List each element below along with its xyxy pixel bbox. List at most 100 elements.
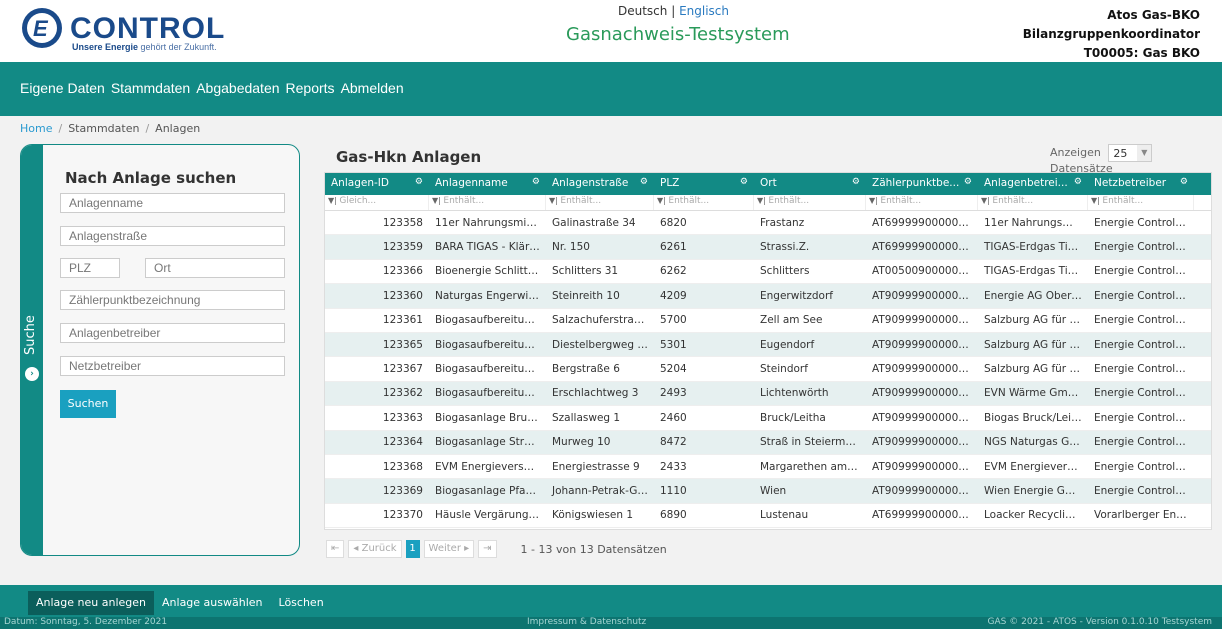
table-row[interactable]: 123362 Biogasaufbereitungs... Erschlachtwe… — [325, 381, 1211, 407]
table-cell: Energie Control Gm... — [1094, 338, 1194, 351]
search-tab[interactable]: › Suche — [21, 145, 43, 555]
breadcrumb: Home / Stammdaten / Anlagen — [20, 122, 201, 135]
column-filter[interactable]: ▼| Gleich... — [325, 195, 429, 210]
column-filter[interactable]: ▼| Enthält... — [866, 195, 978, 210]
grid-header: Anlagen-ID ⚙ Anlagenname ⚙ Anlagenstraße ⚙ PLZ… — [325, 173, 1211, 195]
filter-icon[interactable]: ▼| — [549, 196, 560, 205]
table-row[interactable]: 123361 Biogasaufbereitungs... Salzachufers… — [325, 309, 1211, 333]
page-size-select[interactable]: 25 ▼ — [1108, 144, 1153, 162]
anlage-neu-anlegen-button[interactable]: Anlage neu anlegen — [28, 591, 155, 615]
column-header[interactable]: Ort ⚙ — [754, 173, 866, 195]
column-filter[interactable]: ▼| Enthält... — [978, 195, 1088, 210]
filter-icon[interactable]: ▼| — [869, 196, 880, 205]
page-number[interactable]: 1 — [405, 540, 420, 558]
filter-placeholder: Enthält... — [1102, 196, 1144, 206]
column-header[interactable]: PLZ ⚙ — [654, 173, 754, 195]
filter-icon[interactable]: ▼| — [757, 196, 768, 205]
table-cell: AT909999000000000... — [872, 411, 978, 424]
anlagenstrasse-field[interactable]: Anlagenstraße — [60, 226, 285, 246]
gear-icon[interactable]: ⚙ — [852, 177, 860, 187]
column-header-label: Anlagen-ID — [331, 177, 389, 189]
anlagenname-field[interactable]: Anlagenname — [60, 193, 285, 213]
table-cell: 123360 — [382, 289, 423, 302]
nav-eigene-daten[interactable]: Eigene Daten — [20, 80, 105, 96]
table-row[interactable]: 123363 Biogasanlage Bruck/... Szallasweg 1… — [325, 406, 1211, 431]
search-button[interactable]: Suchen — [60, 390, 116, 418]
loeschen-button[interactable]: Löschen — [271, 591, 332, 615]
column-filter[interactable]: ▼| Enthält... — [429, 195, 546, 210]
breadcrumb-home[interactable]: Home — [20, 122, 52, 135]
column-filter[interactable]: ▼| Enthält... — [654, 195, 754, 210]
prev-page-button[interactable]: ◂ Zurück — [348, 540, 402, 558]
column-header[interactable]: Anlagenbetrei... ⚙ — [978, 173, 1088, 195]
column-header[interactable]: Anlagen-ID ⚙ — [325, 173, 429, 195]
table-cell: AT909999000000000... — [872, 436, 978, 449]
gear-icon[interactable]: ⚙ — [415, 177, 423, 187]
footer-info: Datum: Sonntag, 5. Dezember 2021 Impress… — [0, 617, 1222, 629]
table-cell: Energiestrasse 9 — [552, 460, 640, 473]
gear-icon[interactable]: ⚙ — [740, 177, 748, 187]
column-header[interactable]: Anlagenname ⚙ — [429, 173, 546, 195]
table-row[interactable]: 123366 Bioenergie Schlitters... Schlitters… — [325, 260, 1211, 285]
gear-icon[interactable]: ⚙ — [964, 177, 972, 187]
table-cell: 11er Nahrungsmittel... — [435, 216, 546, 229]
ort-field[interactable]: Ort — [145, 258, 285, 278]
table-cell: AT909999000000000... — [872, 289, 978, 302]
logo-text: CONTROL — [70, 12, 226, 45]
table-row[interactable]: 123359 BARA TIGAS - Kläran... Nr. 150 6261 S… — [325, 235, 1211, 260]
column-filter[interactable]: ▼| Enthält... — [1088, 195, 1194, 210]
filter-icon[interactable]: ▼| — [657, 196, 668, 205]
table-cell: Energie Control Gm... — [1094, 411, 1194, 424]
nav-stammdaten[interactable]: Stammdaten — [111, 80, 190, 96]
table-row[interactable]: 123368 EVM Energieversorg... Energiestrass… — [325, 455, 1211, 480]
breadcrumb-stammdaten[interactable]: Stammdaten — [68, 122, 139, 135]
column-header[interactable]: Anlagenstraße ⚙ — [546, 173, 654, 195]
filter-placeholder: Enthält... — [668, 196, 710, 206]
table-row[interactable]: 123360 Naturgas Engerwitzd... Steinreith 1… — [325, 284, 1211, 309]
filter-icon[interactable]: ▼| — [1091, 196, 1102, 205]
zaehlerpunkt-field[interactable]: Zählerpunktbezeichnung — [60, 290, 285, 310]
table-cell: Energie Control Gm... — [1094, 314, 1194, 327]
table-cell: Biogasaufbereitungs... — [435, 363, 546, 376]
anlage-auswaehlen-button[interactable]: Anlage auswählen — [154, 591, 271, 615]
filter-icon[interactable]: ▼| — [328, 196, 339, 205]
table-row[interactable]: 123364 Biogasanlage Straß i... Murweg 10 84… — [325, 430, 1211, 455]
last-page-button[interactable]: ⇥ — [478, 540, 497, 558]
lang-other-link[interactable]: Englisch — [679, 4, 729, 18]
table-row[interactable]: 123370 Häusle Vergärungsa... Königswiesen … — [325, 504, 1211, 529]
table-cell: Salzachuferstraße 27... — [552, 314, 654, 327]
table-row[interactable]: 123367 Biogasaufbereitungs... Bergstraße 6… — [325, 357, 1211, 382]
next-page-button[interactable]: Weiter ▸ — [423, 540, 475, 558]
anlagenbetreiber-field[interactable]: Anlagenbetreiber — [60, 323, 285, 343]
column-header[interactable]: Zählerpunktbe... ⚙ — [866, 173, 978, 195]
filter-icon[interactable]: ▼| — [981, 196, 992, 205]
plz-field[interactable]: PLZ — [60, 258, 120, 278]
logo: E CONTROL Unsere Energie gehört der Zuku… — [20, 6, 230, 54]
column-header[interactable]: Netzbetreiber ⚙ — [1088, 173, 1194, 195]
table-row[interactable]: 123358 11er Nahrungsmittel... Galinastraße… — [325, 211, 1211, 236]
nav-reports[interactable]: Reports — [286, 80, 335, 96]
column-filter[interactable]: ▼| Enthält... — [754, 195, 866, 210]
table-cell: Biogasanlage Straß i... — [435, 436, 546, 449]
filter-icon[interactable]: ▼| — [432, 196, 443, 205]
lang-current[interactable]: Deutsch — [618, 4, 667, 18]
gear-icon[interactable]: ⚙ — [532, 177, 540, 187]
table-cell: Frastanz — [760, 216, 805, 229]
table-row[interactable]: 123369 Biogasanlage Pfaffe... Johann-Petra… — [325, 479, 1211, 504]
gear-icon[interactable]: ⚙ — [1074, 177, 1082, 187]
first-page-button[interactable]: ⇤ — [326, 540, 345, 558]
table-cell: AT699999000000000... — [872, 216, 978, 229]
footer-impressum-link[interactable]: Impressum & Datenschutz — [527, 617, 646, 627]
column-filter[interactable]: ▼| Enthält... — [546, 195, 654, 210]
table-cell: EVM Energieversorg... — [984, 460, 1088, 473]
table-cell: Energie Control Gm... — [1094, 216, 1194, 229]
gear-icon[interactable]: ⚙ — [640, 177, 648, 187]
table-cell: AT909999000000000... — [872, 338, 978, 351]
table-row[interactable]: 123365 Biogasaufbereitungs... Diestelbergw… — [325, 332, 1211, 358]
nav-abgabedaten[interactable]: Abgabedaten — [196, 80, 279, 96]
nav-abmelden[interactable]: Abmelden — [341, 80, 404, 96]
netzbetreiber-field[interactable]: Netzbetreiber — [60, 356, 285, 376]
table-cell: Bergstraße 6 — [552, 363, 620, 376]
gear-icon[interactable]: ⚙ — [1180, 177, 1188, 187]
table-cell: Salzburg AG für Ener... — [984, 363, 1088, 376]
